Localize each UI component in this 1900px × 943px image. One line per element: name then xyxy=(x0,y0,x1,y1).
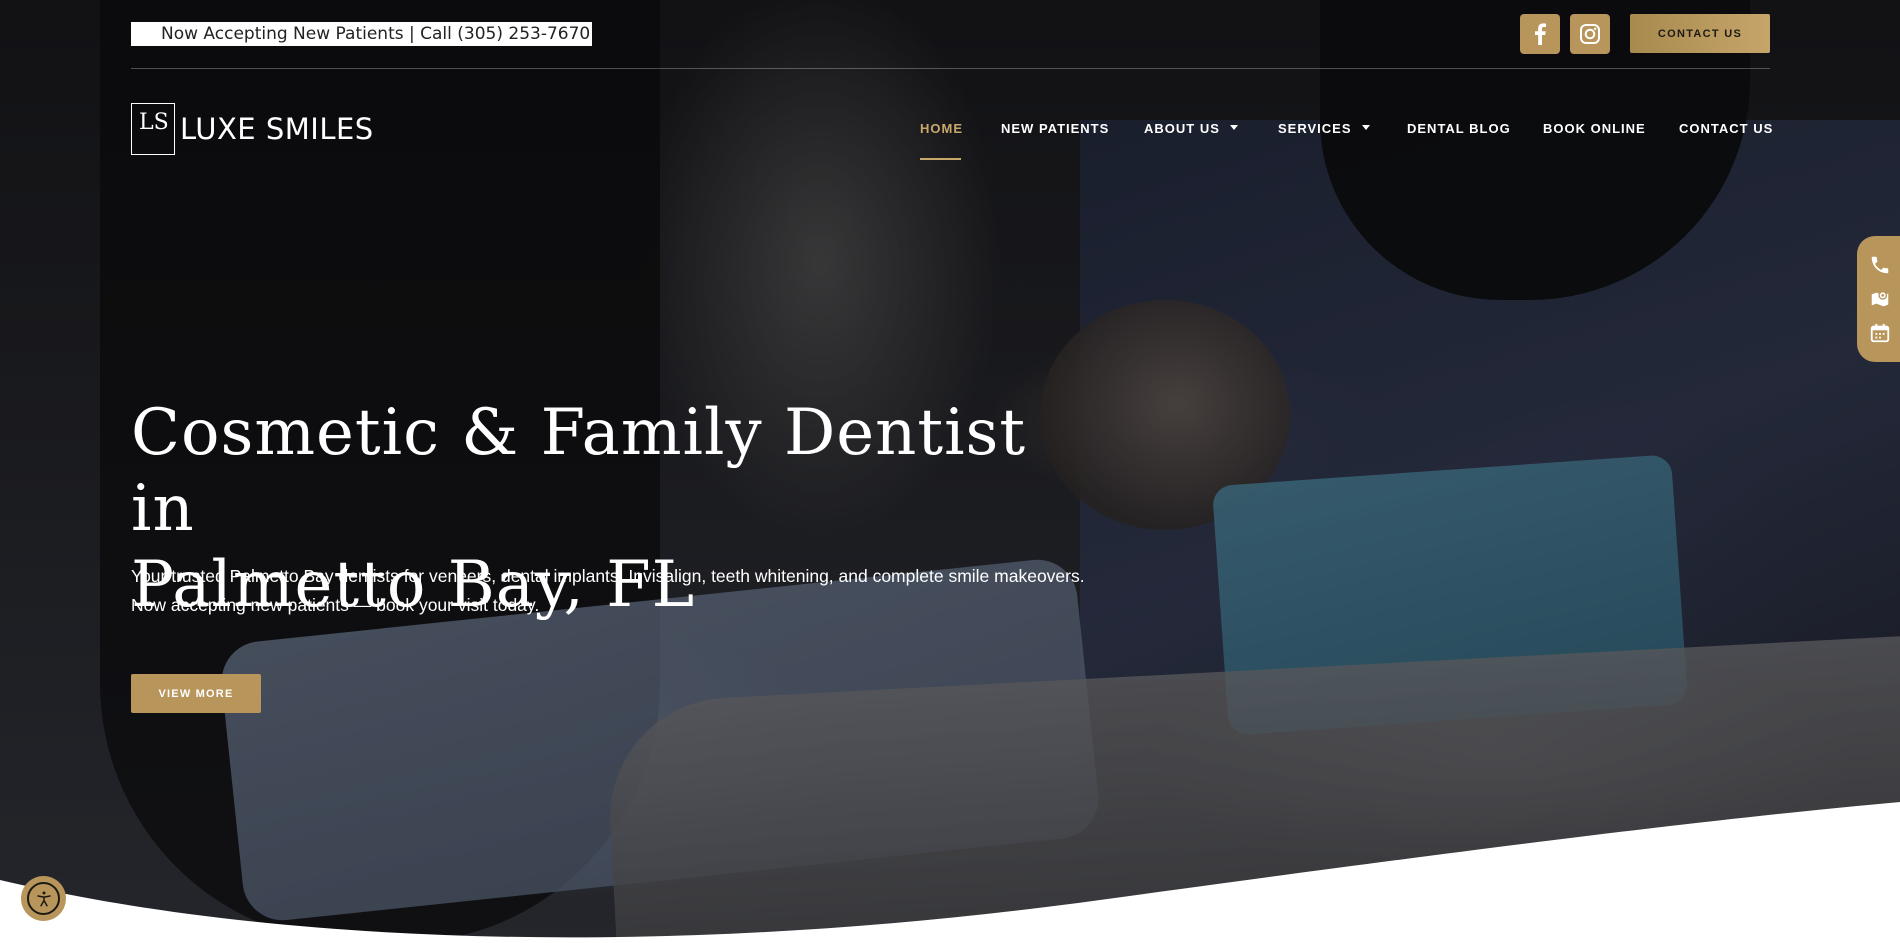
chevron-down-icon xyxy=(1229,125,1238,131)
nav-item-about-us[interactable]: ABOUT US xyxy=(1144,120,1238,138)
facebook-button[interactable] xyxy=(1520,14,1560,54)
chevron-down-icon xyxy=(1361,125,1370,131)
facebook-icon xyxy=(1535,23,1546,45)
nav-item-home[interactable]: HOME xyxy=(920,120,963,160)
logo-monogram: LS xyxy=(139,110,169,135)
nav-label: DENTAL BLOG xyxy=(1407,121,1511,136)
nav-label: BOOK ONLINE xyxy=(1543,121,1646,136)
announcement-bar[interactable]: Now Accepting New Patients | Call (305) … xyxy=(131,22,593,46)
calendar-icon[interactable] xyxy=(1869,322,1891,344)
logo-text: LUXE SMILES xyxy=(180,112,374,146)
site-logo[interactable]: LS LUXE SMILES xyxy=(131,103,374,155)
nav-item-services[interactable]: SERVICES xyxy=(1278,120,1370,138)
nav-item-contact-us[interactable]: CONTACT US xyxy=(1679,120,1773,138)
accessibility-ring xyxy=(27,882,60,915)
nav-label: ABOUT US xyxy=(1144,121,1220,136)
nav-label: CONTACT US xyxy=(1679,121,1774,136)
map-icon[interactable] xyxy=(1869,288,1891,310)
view-more-button[interactable]: VIEW MORE xyxy=(131,674,261,713)
nav-item-book-online[interactable]: BOOK ONLINE xyxy=(1543,120,1646,138)
hero-bottom-wave xyxy=(0,802,1900,943)
side-quick-actions xyxy=(1857,236,1900,362)
logo-mark: LS xyxy=(131,103,175,155)
accessibility-icon xyxy=(36,891,51,906)
instagram-icon xyxy=(1580,24,1600,44)
nav-active-underline xyxy=(920,158,961,160)
hero-title-line-1: Cosmetic & Family Dentist in xyxy=(131,396,1027,546)
accessibility-button[interactable] xyxy=(21,876,66,921)
topbar-divider xyxy=(131,68,1770,69)
hero-subtitle: Your trusted Palmetto Bay dentists for v… xyxy=(131,566,1085,615)
instagram-button[interactable] xyxy=(1570,14,1610,54)
nav-item-dental-blog[interactable]: DENTAL BLOG xyxy=(1407,120,1511,138)
phone-icon[interactable] xyxy=(1869,254,1891,276)
top-contact-button[interactable]: CONTACT US xyxy=(1630,14,1770,53)
nav-label: SERVICES xyxy=(1278,121,1352,136)
nav-item-new-patients[interactable]: NEW PATIENTS xyxy=(1001,120,1109,138)
nav-label: HOME xyxy=(920,121,963,136)
nav-label: NEW PATIENTS xyxy=(1001,121,1110,136)
